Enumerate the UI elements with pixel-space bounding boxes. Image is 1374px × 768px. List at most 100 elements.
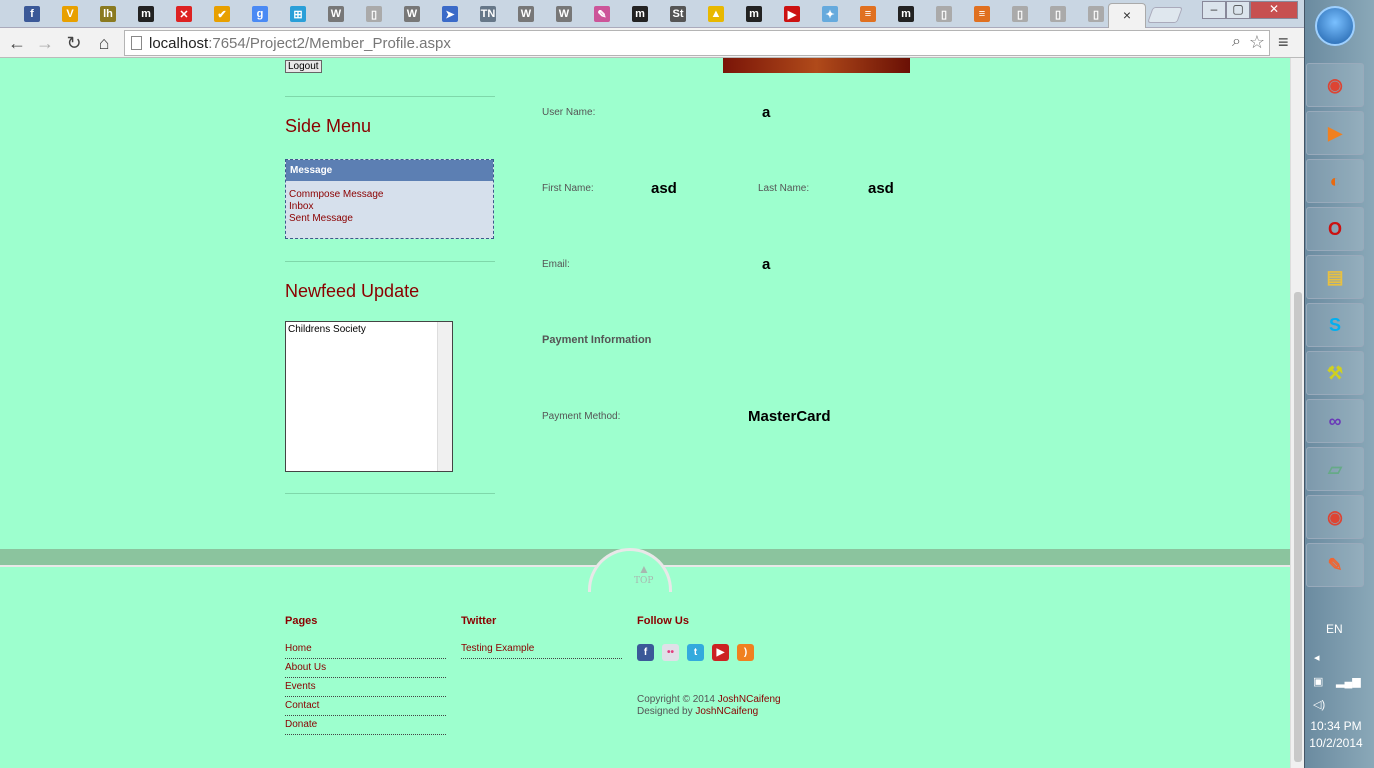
close-window-button[interactable]: ✕ [1250,1,1298,19]
flickr-icon[interactable]: •• [662,644,679,661]
new-tab-button[interactable] [1147,7,1183,23]
rss-icon[interactable]: ) [737,644,754,661]
browser-tab[interactable]: ✕ [166,3,202,25]
power-icon[interactable]: ▣ [1313,675,1323,688]
browser-tab[interactable]: ▯ [1078,3,1114,25]
chrome-icon[interactable]: ◉ [1306,63,1364,107]
browser-tab[interactable]: f [14,3,50,25]
tools-icon[interactable]: ⚒ [1306,351,1364,395]
browser-tab[interactable]: ≡ [964,3,1000,25]
browser-tab[interactable]: W [394,3,430,25]
newsfeed-listbox[interactable]: Childrens Society [285,321,453,472]
newsfeed-item[interactable]: Childrens Society [286,322,452,337]
url-text[interactable]: localhost:7654/Project2/Member_Profile.a… [149,35,451,52]
listbox-scrollbar[interactable] [437,322,452,471]
wikipedia-icon: W [556,6,572,22]
footer-link[interactable]: Contact [285,700,446,716]
home-icon[interactable]: ⌂ [93,32,115,54]
bookmark-star-icon[interactable]: ☆ [1249,32,1265,53]
twitter-link[interactable]: Testing Example [461,643,622,659]
browser-tab[interactable]: TN [470,3,506,25]
start-button[interactable] [1315,6,1355,46]
browser-tab[interactable]: ▯ [926,3,962,25]
footer-pages-heading: Pages [285,615,318,627]
browser-tab[interactable]: ✔ [204,3,240,25]
explorer-icon[interactable]: ▤ [1306,255,1364,299]
address-bar[interactable]: localhost:7654/Project2/Member_Profile.a… [124,30,1270,56]
message-link[interactable]: Inbox [286,201,493,213]
chevron-left-icon[interactable]: ◂ [1314,651,1320,664]
browser-tab[interactable]: m [736,3,772,25]
wikipedia-icon: W [404,6,420,22]
twitter-icon[interactable]: t [687,644,704,661]
clock-date: 10/2/2014 [1309,736,1363,750]
browser-tab[interactable]: ≡ [850,3,886,25]
divider [285,493,495,494]
opera-icon[interactable]: O [1306,207,1364,251]
clock[interactable]: 10:34 PM 10/2/2014 [1308,718,1364,752]
browser-tab[interactable]: m [128,3,164,25]
browser-tab[interactable]: lh [90,3,126,25]
designed-name[interactable]: JoshNCaifeng [695,706,758,717]
youtube-icon[interactable]: ▶ [712,644,729,661]
browser-tab[interactable]: ✎ [584,3,620,25]
browser-tab[interactable]: ▯ [1002,3,1038,25]
footer-link[interactable]: Home [285,643,446,659]
volume-icon[interactable]: ◁) [1313,698,1325,711]
copyright-name[interactable]: JoshNCaifeng [718,694,781,705]
medium-icon: m [746,6,762,22]
browser-tab[interactable]: ▲ [698,3,734,25]
logout-button[interactable]: Logout [285,60,322,73]
message-link[interactable]: Sent Message [286,213,493,225]
windows-icon: ⊞ [290,6,306,22]
notebook-icon[interactable]: ▱ [1306,447,1364,491]
browser-tab[interactable]: ✦ [812,3,848,25]
visual-studio-icon[interactable]: ∞ [1306,399,1364,443]
message-link[interactable]: Commpose Message [286,189,493,201]
zoom-icon[interactable]: ⌕ [1232,33,1241,51]
page-scrollbar[interactable] [1290,58,1304,768]
network-icon[interactable]: ▂▄▆ [1336,675,1361,688]
browser-tab[interactable]: W [318,3,354,25]
language-indicator[interactable]: EN [1326,622,1343,636]
top-label[interactable]: TOP [634,576,653,586]
page-icon: ▯ [1088,6,1104,22]
facebook-icon: f [24,6,40,22]
footer-link[interactable]: Events [285,681,446,697]
footer-link[interactable]: Donate [285,719,446,735]
browser-tab[interactable]: ➤ [432,3,468,25]
reload-icon[interactable]: ↻ [63,32,85,54]
browser-tab[interactable]: ▯ [1040,3,1076,25]
up-arrow-icon[interactable]: ▲ [638,562,650,576]
browser-tab[interactable]: St [660,3,696,25]
browser-window: × – ▢ ✕ ← → ↻ ⌂ localhost:7654/Project2/… [0,0,1304,768]
scrollbar-thumb[interactable] [1294,292,1302,762]
browser-tab[interactable]: m [622,3,658,25]
browser-tab[interactable]: V [52,3,88,25]
media-player-icon[interactable]: ▶ [1306,111,1364,155]
forward-icon[interactable]: → [34,32,56,54]
facebook-icon[interactable]: f [637,644,654,661]
drive-icon: ▲ [708,6,724,22]
browser-tab[interactable]: ▶ [774,3,810,25]
firefox-icon[interactable]: ◐ [1306,159,1364,203]
menu-icon[interactable]: ≡ [1278,32,1289,53]
minimize-button[interactable]: – [1202,1,1226,19]
tn-icon: TN [480,6,496,22]
back-icon[interactable]: ← [6,32,28,54]
chrome-icon[interactable]: ◉ [1306,495,1364,539]
browser-tab[interactable]: W [546,3,582,25]
browser-tab[interactable]: ⊞ [280,3,316,25]
skype-icon[interactable]: S [1306,303,1364,347]
footer-link[interactable]: About Us [285,662,446,678]
browser-tab[interactable]: ▯ [356,3,392,25]
medium-icon: m [138,6,154,22]
maximize-button[interactable]: ▢ [1226,1,1250,19]
close-tab-icon[interactable]: × [1123,7,1131,23]
browser-tab[interactable]: W [508,3,544,25]
paint-icon[interactable]: ✎ [1306,543,1364,587]
browser-tab[interactable]: m [888,3,924,25]
browser-tab[interactable]: g [242,3,278,25]
stack-icon: ≡ [974,6,990,22]
payment-method-value: MasterCard [748,408,831,425]
